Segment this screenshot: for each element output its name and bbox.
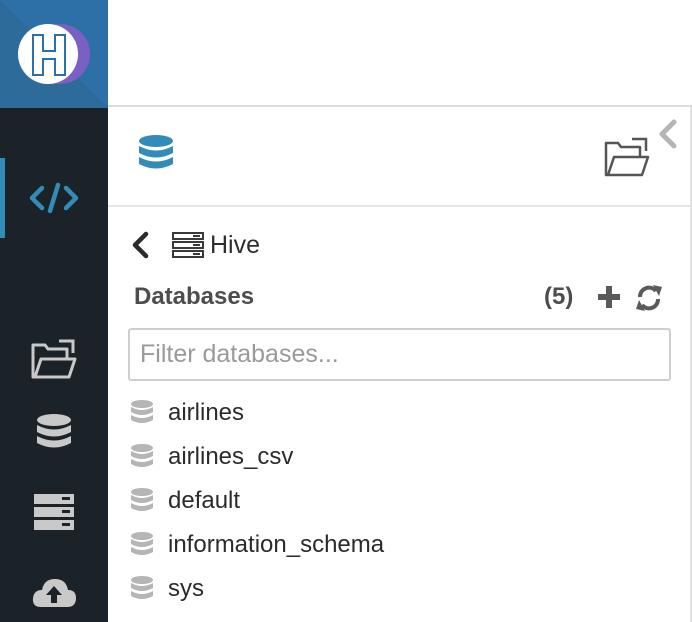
assist-panel: Hive Databases (5) airlines airlines_csvd…	[108, 107, 692, 622]
database-list-item[interactable]: default	[130, 479, 670, 523]
database-list: airlines airlines_csvdefault information_s…	[130, 391, 670, 611]
database-name: information_schema	[168, 531, 385, 558]
database-list-item[interactable]: sys	[130, 567, 670, 611]
database-icon	[130, 399, 158, 427]
database-icon	[37, 414, 71, 448]
refresh-icon	[636, 285, 662, 311]
top-header	[108, 0, 692, 107]
database-list-item[interactable]: airlines_csv	[130, 435, 670, 479]
database-name: airlines_csv	[168, 443, 294, 470]
rail-item-files[interactable]	[0, 330, 108, 390]
hue-logo[interactable]: c	[0, 0, 108, 108]
chevron-left-icon	[659, 119, 677, 149]
folder-open-icon	[604, 137, 650, 177]
svg-text:c: c	[72, 39, 76, 48]
assist-panel-tabs	[108, 107, 690, 207]
database-icon	[139, 135, 173, 169]
hue-logo-icon: c	[18, 24, 90, 84]
back-button[interactable]	[130, 231, 152, 259]
plus-icon	[598, 286, 620, 308]
rail-item-databases[interactable]	[0, 404, 108, 464]
section-title: Databases	[134, 283, 255, 310]
database-name: sys	[168, 575, 204, 602]
database-list-item[interactable]: airlines	[130, 391, 670, 435]
breadcrumb: Hive	[130, 230, 260, 260]
rail-item-importer[interactable]	[0, 562, 108, 622]
collapse-panel-button[interactable]	[656, 119, 682, 154]
server-icon	[172, 232, 204, 258]
folder-open-icon	[31, 339, 77, 379]
chevron-left-icon	[132, 231, 149, 259]
database-icon	[130, 443, 158, 471]
code-icon	[29, 182, 79, 214]
database-icon	[130, 487, 158, 515]
left-navigation-rail: c	[0, 0, 108, 622]
database-icon	[130, 531, 158, 559]
database-list-item[interactable]: information_schema	[130, 523, 670, 567]
refresh-button[interactable]	[634, 283, 664, 318]
add-database-button[interactable]	[596, 283, 622, 316]
source-name[interactable]: Hive	[210, 231, 260, 260]
rail-item-tables[interactable]	[0, 482, 108, 542]
tab-files[interactable]	[602, 137, 652, 184]
rail-item-editor[interactable]	[0, 158, 108, 238]
database-icon	[130, 575, 158, 603]
cloud-upload-icon	[32, 579, 76, 607]
tab-sql-databases[interactable]	[136, 133, 176, 182]
database-count: (5)	[544, 283, 574, 310]
server-icon	[34, 494, 74, 530]
database-name: default	[168, 487, 241, 514]
filter-databases-input[interactable]	[128, 328, 671, 381]
database-name: airlines	[168, 399, 245, 426]
